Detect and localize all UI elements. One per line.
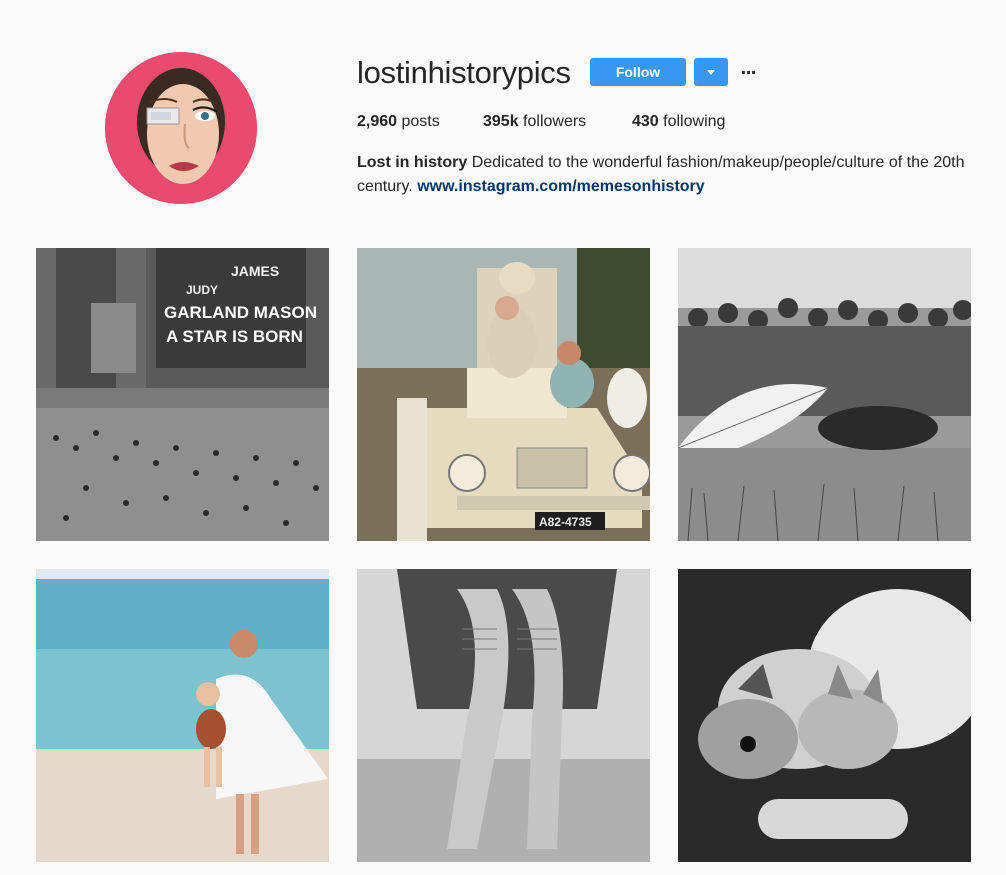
post-thumbnail[interactable]: JUDY JAMES GARLAND MASON A STAR IS BORN [36, 248, 329, 541]
following-stat[interactable]: 430 following [632, 112, 725, 132]
profile-header: lostinhistorypics Follow ··· 2,960 posts… [0, 0, 1006, 230]
post-thumbnail[interactable] [678, 569, 971, 862]
followers-count: 395k [483, 113, 519, 130]
marquee-line-4: A STAR IS BORN [166, 327, 303, 346]
chevron-down-icon [707, 69, 715, 75]
followers-stat[interactable]: 395k followers [483, 112, 586, 132]
posts-count: 2,960 [357, 113, 398, 130]
marquee-line-2: JAMES [231, 263, 279, 279]
bio-link[interactable]: www.instagram.com/memesonhistory [417, 178, 704, 195]
post-thumbnail[interactable] [36, 569, 329, 862]
following-count: 430 [632, 113, 659, 130]
posts-stat: 2,960 posts [357, 112, 440, 132]
post-thumbnail[interactable] [357, 569, 650, 862]
followers-label: followers [523, 113, 587, 130]
profile-full-name: Lost in history [357, 154, 468, 171]
marquee-line-3: GARLAND MASON [164, 303, 317, 322]
following-label: following [663, 113, 726, 130]
more-options-button[interactable]: ··· [738, 60, 758, 84]
username: lostinhistorypics [357, 55, 571, 90]
posts-label: posts [401, 113, 440, 130]
profile-avatar[interactable] [105, 52, 257, 204]
license-plate: A82-4735 [539, 515, 592, 529]
follow-options-button[interactable] [694, 58, 728, 86]
post-thumbnail[interactable] [678, 248, 971, 541]
marquee-line-1: JUDY [186, 283, 218, 297]
follow-button[interactable]: Follow [590, 58, 686, 86]
profile-bio: Lost in history Dedicated to the wonderf… [357, 151, 977, 199]
post-thumbnail[interactable]: A82-4735 [357, 248, 650, 541]
